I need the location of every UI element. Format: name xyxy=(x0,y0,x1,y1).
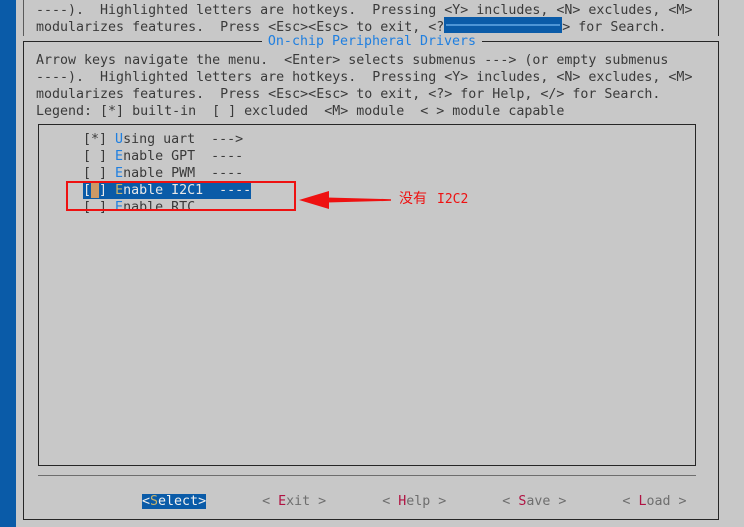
select-button-label: elect xyxy=(158,494,199,509)
save-button-close: > xyxy=(558,494,567,509)
menu-item-using-uart[interactable]: [*] Using uart ---> xyxy=(83,131,243,148)
menu-item-suffix: ---- xyxy=(195,166,244,181)
select-button-open: < xyxy=(142,494,151,509)
menu-item-hotkey: E xyxy=(115,166,124,181)
menu-item-enable-rtc[interactable]: [ ] Enable RTC xyxy=(83,199,195,216)
menu-item-label: sing uart xyxy=(123,132,196,147)
menu-item-checkbox[interactable]: [*] xyxy=(83,132,107,147)
exit-button-open: < xyxy=(262,494,271,509)
load-button-label: oad xyxy=(646,494,671,509)
exit-button-hotkey: E xyxy=(278,494,287,509)
menu-item-hotkey: E xyxy=(115,200,124,215)
annotation-label-code: I2C2 xyxy=(437,192,469,207)
menu-item-suffix: ---- xyxy=(195,149,244,164)
menu-item-label: nable PWM xyxy=(123,166,196,181)
menu-item-checkbox[interactable]: [ ] xyxy=(83,166,107,181)
annotation-label: 没有 I2C2 xyxy=(399,190,468,209)
load-button-open: < xyxy=(622,494,631,509)
dialog-help-text: Arrow keys navigate the menu. <Enter> se… xyxy=(36,52,692,120)
dialog-bottom-border xyxy=(23,519,719,520)
load-button-close: > xyxy=(678,494,687,509)
menu-item-checkbox-close: ] xyxy=(99,183,108,198)
menu-list-panel[interactable]: [*] Using uart ---> [ ] Enable GPT ---- … xyxy=(38,124,696,466)
select-button-hotkey: S xyxy=(150,494,159,509)
help-button-close: > xyxy=(438,494,447,509)
menu-item-label: nable GPT xyxy=(123,149,196,164)
menu-item-checkbox[interactable]: [ ] xyxy=(83,149,107,164)
background-menu-text: ----). Highlighted letters are hotkeys. … xyxy=(36,2,692,36)
screenshot-root: ----). Highlighted letters are hotkeys. … xyxy=(0,0,744,527)
menu-list: [*] Using uart ---> [ ] Enable GPT ---- … xyxy=(83,131,252,216)
menu-item-hotkey: U xyxy=(115,132,124,147)
menu-item-enable-gpt[interactable]: [ ] Enable GPT ---- xyxy=(83,148,243,165)
background-menu-right-border xyxy=(718,0,719,36)
menu-item-cursor xyxy=(91,183,100,198)
help-button-label: elp xyxy=(406,494,431,509)
save-button-open: < xyxy=(502,494,511,509)
exit-button[interactable]: < Exit > xyxy=(262,494,326,509)
menu-item-suffix: ---> xyxy=(195,132,244,147)
search-input[interactable] xyxy=(444,17,562,33)
help-button[interactable]: < Help > xyxy=(382,494,446,509)
select-button[interactable]: <Select> xyxy=(142,494,207,509)
left-blue-strip xyxy=(0,0,16,527)
menu-item-checkbox[interactable]: [ ] xyxy=(83,200,107,215)
menu-item-label: nable RTC xyxy=(123,200,196,215)
background-menu-line1: ----). Highlighted letters are hotkeys. … xyxy=(36,3,693,18)
help-line-3: modularizes features. Press <Esc><Esc> t… xyxy=(36,87,661,102)
menu-item-hotkey: E xyxy=(115,149,124,164)
save-button[interactable]: < Save > xyxy=(502,494,566,509)
load-button[interactable]: < Load > xyxy=(622,494,686,509)
menu-item-label: nable I2C1 xyxy=(123,183,204,198)
menu-item-hotkey: E xyxy=(115,183,124,198)
save-button-label: ave xyxy=(526,494,551,509)
exit-button-label: xit xyxy=(286,494,311,509)
menu-item-enable-pwm[interactable]: [ ] Enable PWM ---- xyxy=(83,165,243,182)
select-button-close: > xyxy=(198,494,207,509)
help-button-open: < xyxy=(382,494,391,509)
annotation-label-cn: 没有 xyxy=(399,191,427,207)
button-bar: <Select> < Exit > < Help > < Save > < Load > xyxy=(38,493,696,511)
background-menu-left-border xyxy=(23,0,24,36)
help-line-4: Legend: [*] built-in [ ] excluded <M> mo… xyxy=(36,104,565,119)
exit-button-close: > xyxy=(318,494,327,509)
dialog-title: On-chip Peripheral Drivers xyxy=(0,33,744,50)
menu-item-suffix: ---- xyxy=(203,183,252,198)
help-line-1: Arrow keys navigate the menu. <Enter> se… xyxy=(36,53,669,68)
menu-item-checkbox-open: [ xyxy=(83,183,92,198)
button-bar-separator xyxy=(38,475,696,476)
help-line-2: ----). Highlighted letters are hotkeys. … xyxy=(36,70,693,85)
menu-item-enable-i2c1[interactable]: [ ] Enable I2C1 ---- xyxy=(83,182,252,199)
dialog-title-text: On-chip Peripheral Drivers xyxy=(261,34,483,49)
